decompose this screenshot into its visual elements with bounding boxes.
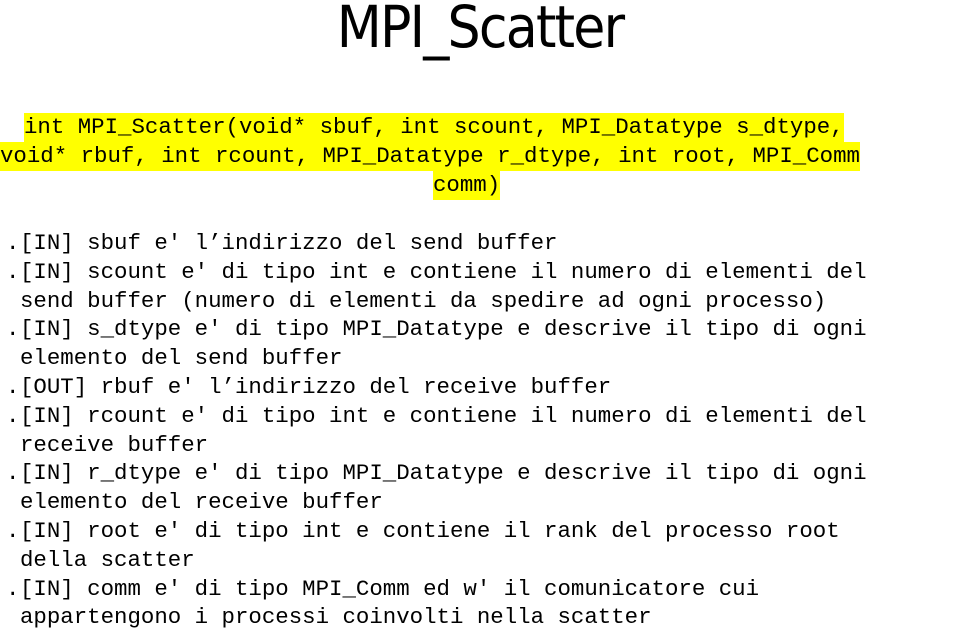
parameter-text: [IN] scount e' di tipo int e contiene il…	[20, 258, 867, 285]
parameter-text: appartengono i processi coinvolti nella …	[20, 604, 652, 631]
parameter-text: [IN] r_dtype e' di tipo MPI_Datatype e d…	[20, 460, 867, 487]
bullet-icon: .	[6, 517, 20, 544]
signature-line: comm)	[433, 171, 501, 200]
parameter-text: [IN] sbuf e' l’indirizzo del send buffer	[20, 230, 558, 256]
bullet-icon: .	[6, 460, 20, 487]
parameter-text: [IN] s_dtype e' di tipo MPI_Datatype e d…	[20, 316, 867, 343]
parameter-item-scount: . [IN] scount e' di tipo int e contiene …	[0, 258, 960, 316]
signature-text: void* rbuf, int rcount, MPI_Datatype r_d…	[0, 142, 860, 171]
parameter-text: [IN] comm e' di tipo MPI_Comm ed w' il c…	[20, 575, 760, 602]
parameter-text: [IN] root e' di tipo int e contiene il r…	[20, 517, 840, 544]
signature-line: int MPI_Scatter(void* sbuf, int scount, …	[24, 113, 844, 142]
bullet-icon: .	[6, 402, 20, 429]
parameter-item-comm: . [IN] comm e' di tipo MPI_Comm ed w' il…	[0, 575, 960, 632]
parameter-text: receive buffer	[20, 431, 209, 458]
signature-text: int MPI_Scatter(void* sbuf, int scount, …	[24, 113, 844, 142]
parameter-item-sbuf: . [IN] sbuf e' l’indirizzo del send buff…	[0, 229, 960, 258]
bullet-icon: .	[6, 373, 20, 400]
parameter-item-r-dtype: . [IN] r_dtype e' di tipo MPI_Datatype e…	[0, 459, 960, 517]
parameter-text: send buffer (numero di elementi da spedi…	[20, 287, 827, 314]
parameter-list: . [IN] sbuf e' l’indirizzo del send buff…	[0, 229, 960, 632]
bullet-icon: .	[6, 258, 20, 285]
bullet-icon: .	[6, 575, 20, 602]
bullet-icon: .	[6, 316, 20, 343]
parameter-text: della scatter	[20, 546, 195, 573]
parameter-text: [OUT] rbuf e' l’indirizzo del receive bu…	[20, 373, 612, 400]
page-title: MPI_Scatter	[336, 0, 625, 61]
parameter-item-root: . [IN] root e' di tipo int e contiene il…	[0, 517, 960, 575]
signature-line: void* rbuf, int rcount, MPI_Datatype r_d…	[0, 142, 860, 171]
parameter-item-rbuf: . [OUT] rbuf e' l’indirizzo del receive …	[0, 373, 960, 402]
signature-text: comm)	[433, 171, 501, 200]
bullet-icon: .	[6, 230, 20, 256]
parameter-text: [IN] rcount e' di tipo int e contiene il…	[20, 402, 867, 429]
parameter-item-rcount: . [IN] rcount e' di tipo int e contiene …	[0, 402, 960, 460]
parameter-item-s-dtype: . [IN] s_dtype e' di tipo MPI_Datatype e…	[0, 315, 960, 373]
parameter-text: elemento del send buffer	[20, 345, 343, 372]
parameter-text: elemento del receive buffer	[20, 489, 383, 516]
